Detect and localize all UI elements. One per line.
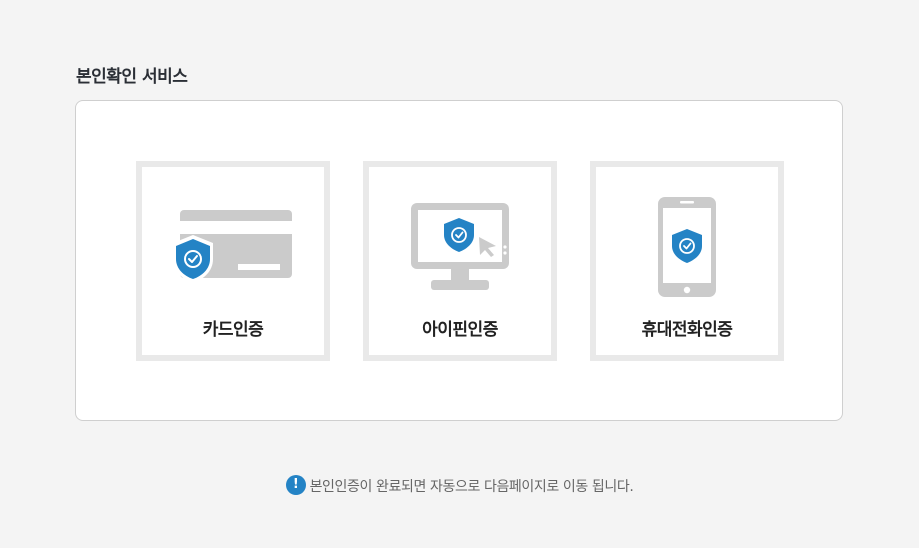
- notice-text: 본인인증이 완료되면 자동으로 다음페이지로 이동 됩니다.: [309, 479, 634, 495]
- phone-verification-option[interactable]: 휴대전화인증: [590, 161, 784, 361]
- exclamation-icon: !: [285, 475, 306, 495]
- ipin-verification-option[interactable]: 아이핀인증: [363, 161, 557, 361]
- page-title: 본인확인 서비스: [76, 67, 188, 87]
- phone-verification-label: 휴대전화인증: [641, 320, 733, 340]
- completion-notice: ! 본인인증이 완료되면 자동으로 다음페이지로 이동 됩니다.: [0, 475, 919, 496]
- ipin-verification-label: 아이핀인증: [422, 320, 498, 340]
- card-verification-label: 카드인증: [202, 320, 264, 340]
- card-verification-option[interactable]: 카드인증: [136, 161, 330, 361]
